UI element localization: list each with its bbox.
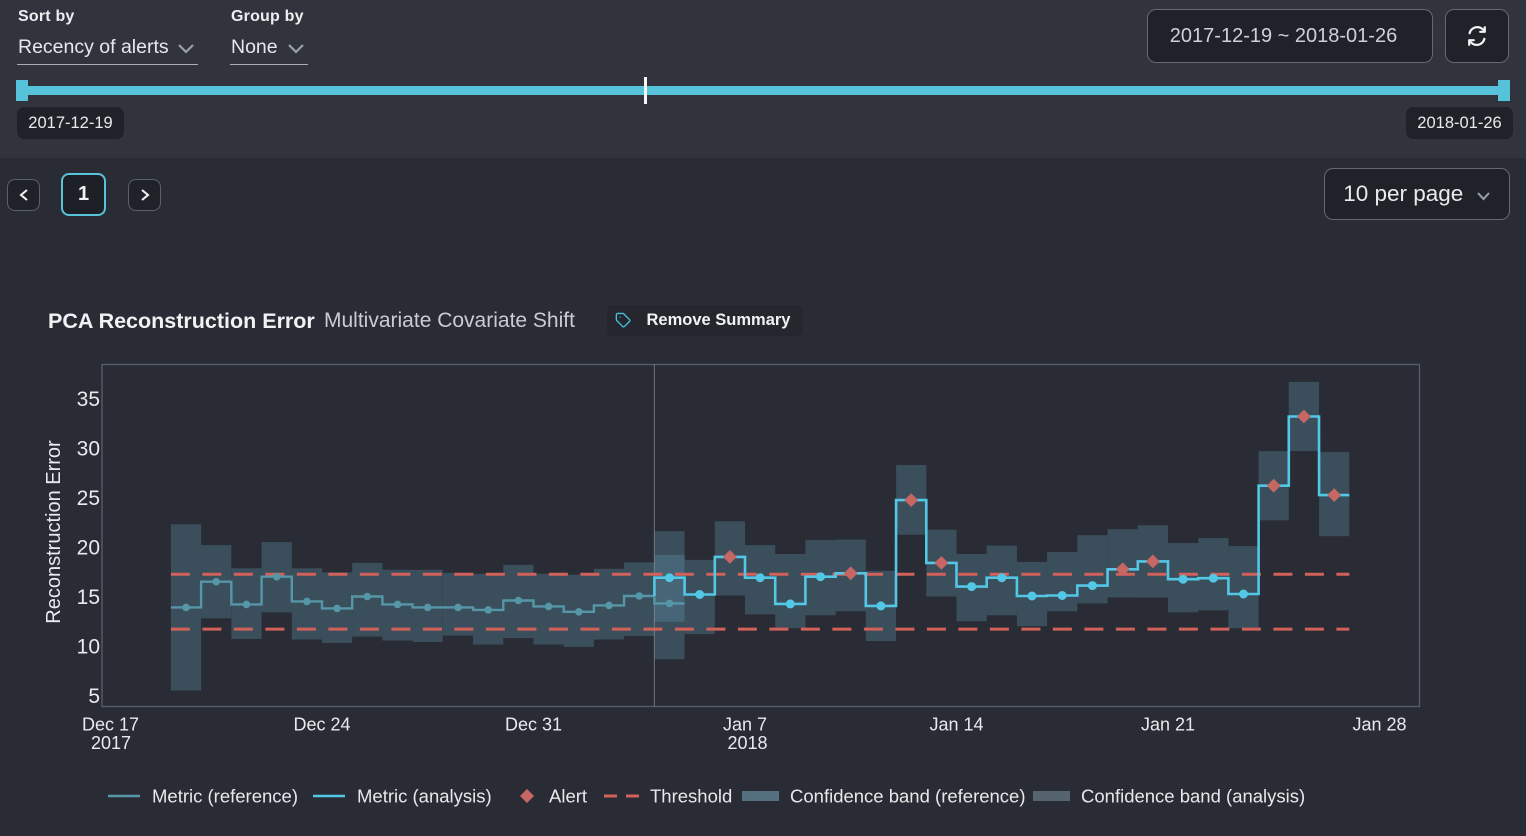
svg-text:Jan 28: Jan 28: [1352, 715, 1406, 735]
svg-text:20: 20: [77, 537, 100, 560]
svg-text:25: 25: [77, 487, 100, 510]
svg-text:5: 5: [88, 685, 100, 708]
svg-text:Metric (analysis): Metric (analysis): [357, 786, 492, 807]
svg-text:Jan 7: Jan 7: [723, 715, 767, 735]
svg-text:Confidence band (reference): Confidence band (reference): [790, 786, 1026, 807]
svg-text:30: 30: [77, 438, 100, 461]
svg-text:Threshold: Threshold: [650, 786, 732, 807]
svg-text:Confidence band (analysis): Confidence band (analysis): [1081, 786, 1305, 807]
svg-text:15: 15: [77, 586, 100, 609]
svg-text:2017: 2017: [91, 733, 131, 753]
svg-text:Jan 14: Jan 14: [929, 715, 983, 735]
svg-text:35: 35: [77, 388, 100, 411]
svg-text:Alert: Alert: [549, 786, 587, 807]
svg-text:Jan 21: Jan 21: [1141, 715, 1195, 735]
svg-text:Dec 24: Dec 24: [293, 715, 350, 735]
svg-text:Reconstruction Error: Reconstruction Error: [43, 440, 65, 624]
svg-text:10: 10: [77, 636, 100, 659]
svg-text:Metric (reference): Metric (reference): [152, 786, 298, 807]
svg-text:Dec 31: Dec 31: [505, 715, 562, 735]
svg-text:2018: 2018: [727, 733, 767, 753]
svg-text:Dec 17: Dec 17: [82, 715, 139, 735]
